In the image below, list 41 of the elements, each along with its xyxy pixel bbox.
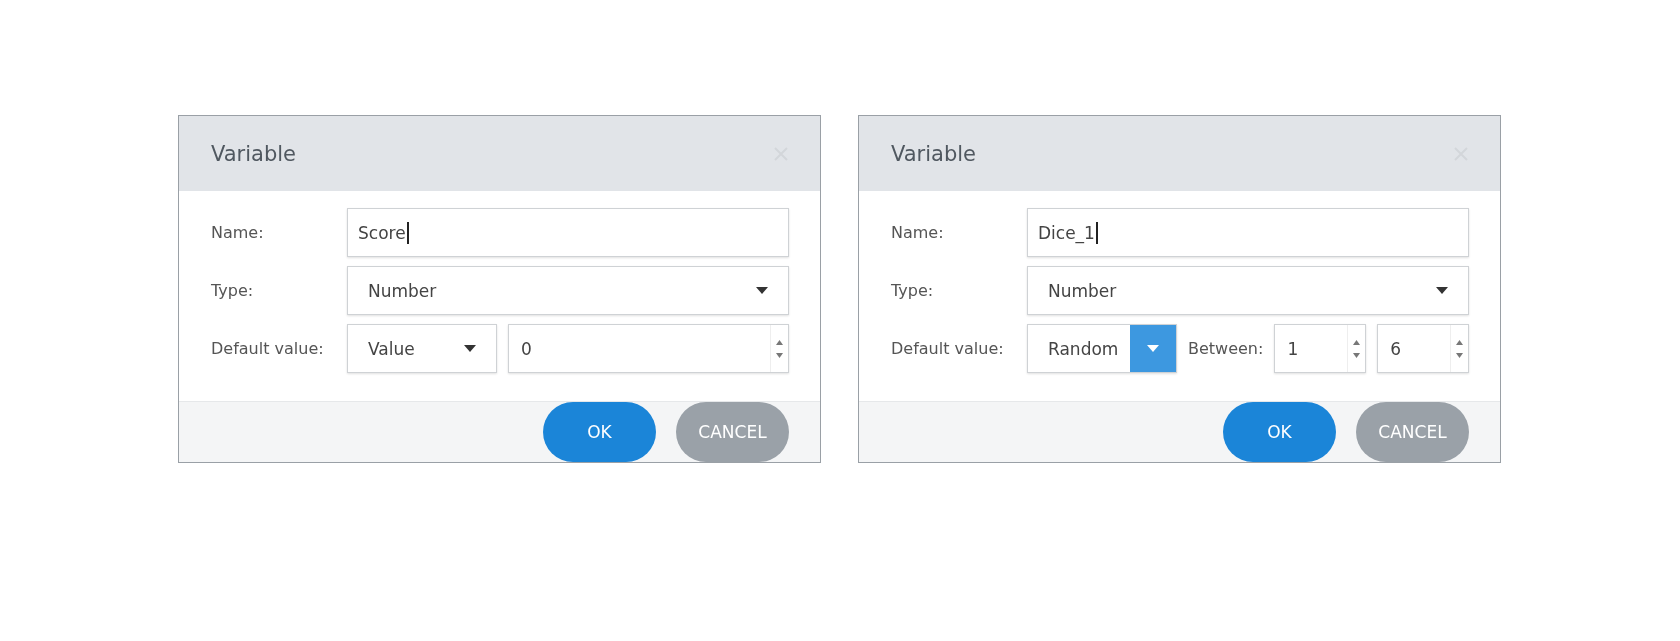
input-value: Score [358, 222, 406, 243]
field-label: Type: [891, 281, 935, 300]
number-field[interactable]: 1 [1274, 324, 1367, 373]
field-label: Between: [1188, 339, 1264, 358]
field-label: Type: [211, 281, 255, 300]
spin-down-icon[interactable] [1353, 352, 1361, 358]
dropdown-toggle[interactable] [1130, 325, 1176, 372]
spin-up-icon[interactable] [776, 339, 783, 345]
input-value: 0 [521, 338, 532, 359]
field-label: Default value: [211, 339, 325, 358]
input-value: 6 [1390, 338, 1402, 359]
dropdown[interactable]: Value [347, 324, 497, 373]
caret-icon [756, 287, 768, 294]
dropdown-value: Number [368, 280, 437, 301]
text-cursor [406, 221, 409, 244]
ok-button[interactable]: OK [543, 402, 656, 462]
input-value: Dice_1 [1038, 222, 1095, 243]
number-field[interactable]: 6 [1377, 324, 1469, 373]
spin-down-icon[interactable] [776, 352, 783, 358]
dropdown-value: Number [1048, 280, 1117, 301]
dialog-title: Variable [211, 141, 297, 166]
ok-button[interactable]: OK [1223, 402, 1336, 462]
spin-up-icon[interactable] [1456, 339, 1463, 345]
dropdown-value: Value [368, 338, 415, 359]
number-field[interactable]: 0 [508, 324, 789, 373]
dropdown[interactable]: Random [1027, 324, 1177, 373]
input-field[interactable]: Score [347, 208, 789, 257]
spin-up-icon[interactable] [1353, 339, 1361, 345]
dropdown[interactable]: Number [1027, 266, 1469, 315]
caret-icon [1147, 345, 1159, 352]
text-cursor [1095, 221, 1098, 244]
dialog-title: Variable [891, 141, 977, 166]
input-field[interactable]: Dice_1 [1027, 208, 1469, 257]
caret-icon [1436, 287, 1448, 294]
spin-down-icon[interactable] [1456, 352, 1463, 358]
dropdown-value: Random [1048, 338, 1119, 359]
dropdown[interactable]: Number [347, 266, 789, 315]
input-value: 1 [1287, 338, 1299, 359]
field-label: Name: [211, 223, 265, 242]
field-label: Name: [891, 223, 945, 242]
field-label: Default value: [891, 339, 1005, 358]
